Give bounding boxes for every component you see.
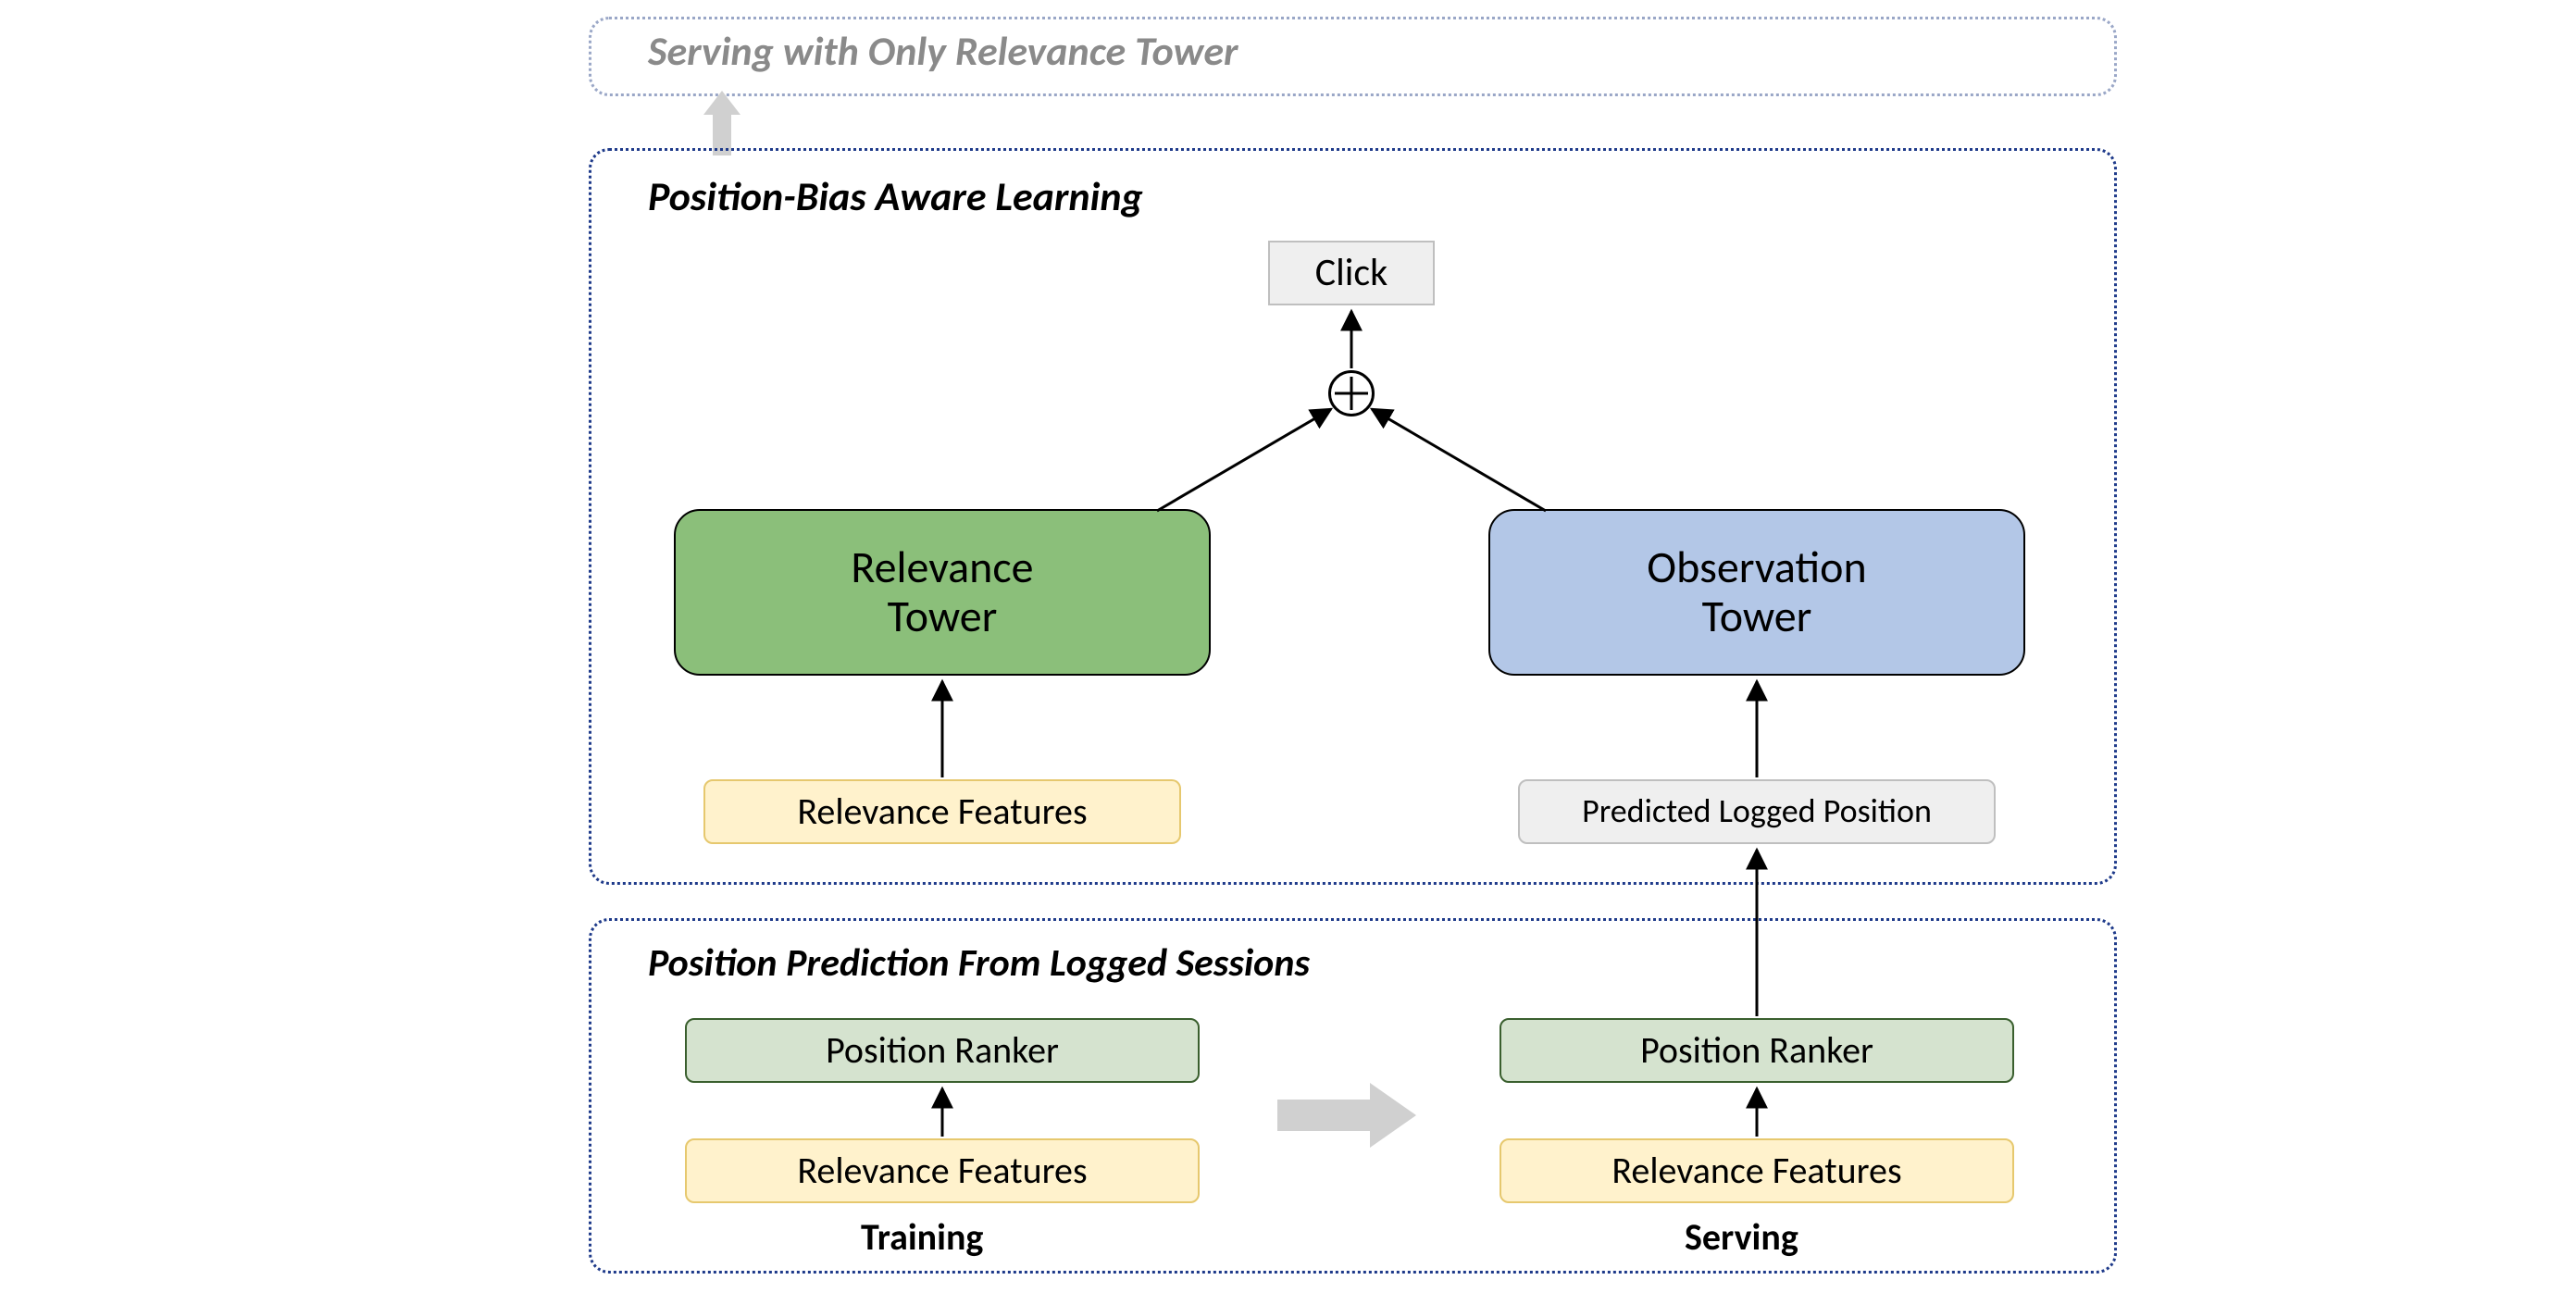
serving-with-relevance-title: Serving with Only Relevance Tower [648, 26, 1238, 76]
training-label: Training [861, 1214, 983, 1260]
combine-oplus-icon [1328, 370, 1375, 416]
diagram-root: Serving with Only Relevance Tower Positi… [0, 0, 2576, 1305]
position-ranker-training: Position Ranker [685, 1018, 1200, 1083]
grey-right-arrow-icon [1277, 1083, 1416, 1152]
position-ranker-serving: Position Ranker [1500, 1018, 2014, 1083]
serving-label: Serving [1685, 1214, 1798, 1260]
click-node: Click [1268, 241, 1435, 305]
observation-tower: Observation Tower [1488, 509, 2025, 676]
position-bias-aware-learning-title: Position-Bias Aware Learning [648, 171, 1143, 221]
relevance-features-training: Relevance Features [685, 1138, 1200, 1203]
relevance-tower: Relevance Tower [674, 509, 1211, 676]
position-prediction-title: Position Prediction From Logged Sessions [648, 939, 1310, 987]
predicted-logged-position: Predicted Logged Position [1518, 779, 1996, 844]
relevance-features-left: Relevance Features [703, 779, 1181, 844]
relevance-features-serving: Relevance Features [1500, 1138, 2014, 1203]
